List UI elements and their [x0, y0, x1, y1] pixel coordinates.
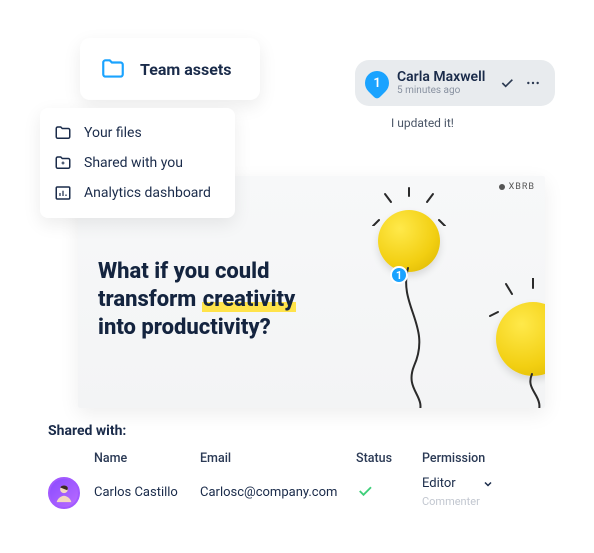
folder-outline-icon [54, 124, 72, 142]
permission-cell: Editor Commenter [422, 476, 542, 509]
col-status: Status [356, 451, 416, 466]
lightbulb-graphic [378, 210, 440, 272]
nav-item-analytics[interactable]: Analytics dashboard [52, 178, 213, 208]
nav-item-label: Shared with you [84, 155, 183, 171]
chevron-down-icon [482, 478, 494, 490]
col-email: Email [200, 451, 350, 466]
status-check-icon [356, 482, 416, 504]
share-table-row: Carlos Castillo Carlosc@company.com Edit… [48, 476, 558, 509]
comment-body: I updated it! [391, 116, 555, 130]
resolve-check-icon[interactable] [499, 75, 515, 91]
nav-header-card[interactable]: Team assets [80, 38, 260, 100]
permission-value: Editor [422, 476, 456, 493]
nav-list: Your files Shared with you Analytics das… [40, 108, 235, 218]
comment-card: 1 Carla Maxwell 5 minutes ago I updated … [355, 60, 555, 130]
nav-item-shared[interactable]: Shared with you [52, 148, 213, 178]
permission-select[interactable]: Editor [422, 476, 542, 493]
more-menu-icon[interactable] [525, 75, 541, 91]
shared-with-section: Shared with: Name Email Status Permissio… [48, 423, 558, 509]
share-table-header: Name Email Status Permission [48, 451, 558, 466]
lightbulb-graphic [496, 302, 545, 376]
comment-marker-icon: 1 [360, 66, 394, 100]
folder-shared-icon [54, 154, 72, 172]
annotation-marker-icon[interactable]: 1 [390, 266, 408, 284]
slide-brand-label: XBRB [499, 182, 535, 192]
comment-timestamp: 5 minutes ago [397, 85, 485, 96]
avatar[interactable] [48, 477, 80, 509]
nav-item-your-files[interactable]: Your files [52, 118, 213, 148]
shared-with-heading: Shared with: [48, 423, 558, 439]
permission-alt: Commenter [422, 495, 542, 509]
nav-item-label: Your files [84, 125, 142, 141]
nav-item-label: Analytics dashboard [84, 185, 211, 201]
hero-headline: What if you could transform creativity i… [98, 258, 348, 342]
nav-header-label: Team assets [140, 60, 232, 79]
col-permission: Permission [422, 451, 542, 466]
comment-author: Carla Maxwell [397, 70, 485, 85]
analytics-icon [54, 184, 72, 202]
share-name: Carlos Castillo [94, 485, 194, 500]
comment-header[interactable]: 1 Carla Maxwell 5 minutes ago [355, 60, 555, 106]
folder-icon [100, 56, 126, 82]
share-email: Carlosc@company.com [200, 485, 350, 500]
col-name: Name [94, 451, 194, 466]
